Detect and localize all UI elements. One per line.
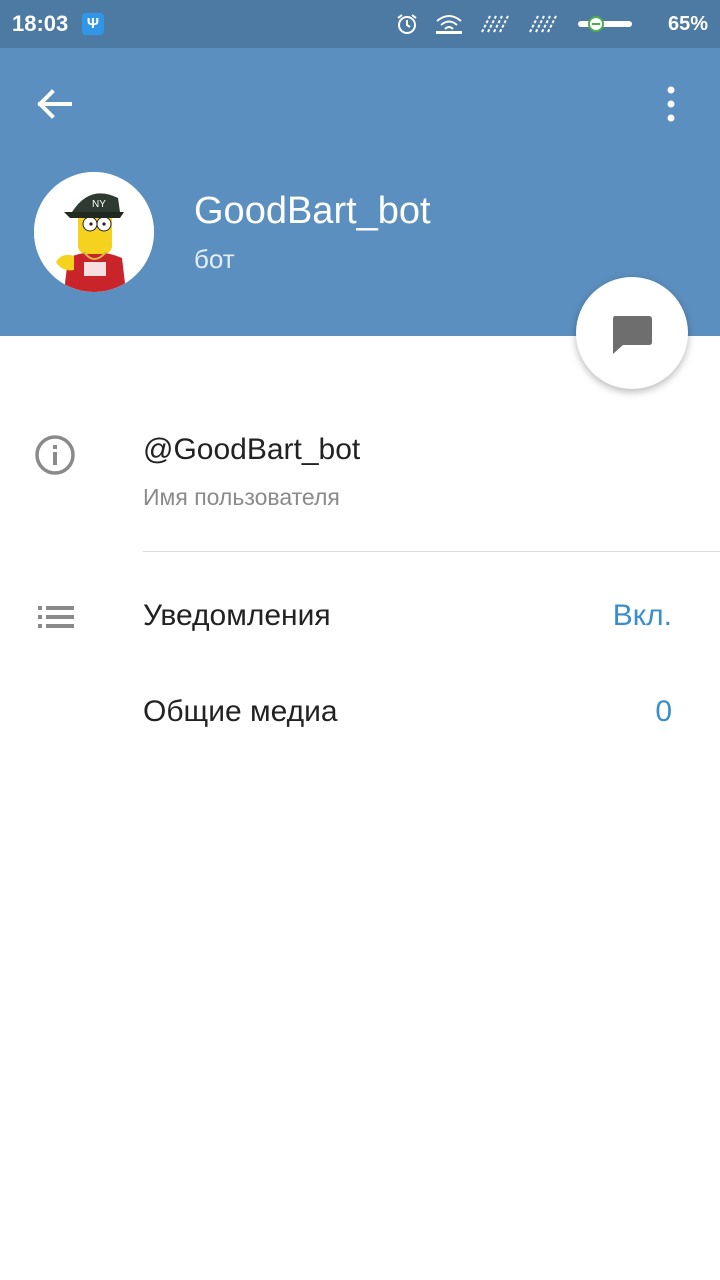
username-caption: Имя пользователя: [143, 484, 340, 510]
divider: [143, 551, 720, 552]
status-icons: [396, 12, 634, 36]
bot-status: бот: [194, 244, 235, 274]
list-icon: [38, 606, 74, 628]
svg-text:NY: NY: [92, 199, 106, 210]
alarm-icon: [397, 14, 417, 34]
notification-app-icon: Ψ: [82, 13, 104, 35]
message-icon: [613, 316, 652, 354]
shared-media-count: 0: [655, 695, 672, 728]
wifi-icon: [436, 15, 462, 34]
battery-icon: [578, 16, 632, 32]
info-icon: [35, 435, 75, 475]
back-button[interactable]: [30, 86, 80, 122]
notifications-value: Вкл.: [612, 599, 672, 632]
avatar-image: NY: [34, 172, 154, 292]
signal-icon: [481, 15, 509, 33]
shared-media-row[interactable]: Общие медиа 0: [0, 665, 720, 761]
bot-avatar[interactable]: NY: [34, 172, 154, 292]
battery-percent: 65%: [667, 13, 708, 35]
notifications-label: Уведомления: [143, 599, 331, 632]
bot-username[interactable]: @GoodBart_bot: [143, 433, 360, 467]
more-options-button[interactable]: [656, 86, 686, 122]
back-arrow-icon: [37, 89, 72, 119]
signal-icon: [529, 15, 557, 33]
shared-media-label: Общие медиа: [143, 695, 338, 728]
notifications-row[interactable]: Уведомления Вкл.: [0, 569, 720, 665]
status-bar: 18:03 Ψ 65%: [0, 0, 720, 48]
more-vertical-icon: [667, 86, 675, 122]
send-message-button[interactable]: [576, 277, 688, 389]
status-time: 18:03: [12, 11, 69, 36]
bot-name: GoodBart_bot: [194, 190, 431, 232]
